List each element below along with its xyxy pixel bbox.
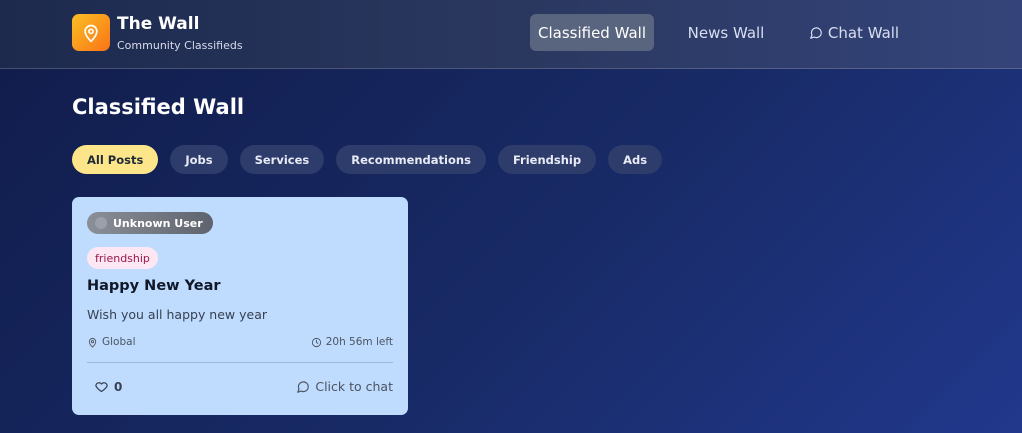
brand-subtitle: Community Classifieds <box>117 39 243 52</box>
location-text: Global <box>102 336 136 348</box>
top-header: The Wall Community Classifieds Classifie… <box>0 0 1022 69</box>
chat-bubble-icon <box>297 380 310 393</box>
filter-friendship[interactable]: Friendship <box>497 145 597 174</box>
brand-title: The Wall <box>117 14 200 34</box>
nav-news-wall[interactable]: News Wall <box>680 14 772 51</box>
post-title: Happy New Year <box>87 278 221 294</box>
user-badge[interactable]: Unknown User <box>87 212 213 234</box>
map-pin-icon <box>84 24 98 42</box>
nav-classified-wall[interactable]: Classified Wall <box>530 14 654 51</box>
category-filters: All Posts Jobs Services Recommendations … <box>72 145 663 174</box>
filter-recommendations[interactable]: Recommendations <box>336 145 486 174</box>
post-body: Wish you all happy new year <box>87 307 268 322</box>
like-button[interactable]: 0 <box>94 379 122 394</box>
post-location: Global <box>87 336 136 348</box>
filter-services[interactable]: Services <box>239 145 325 174</box>
nav-label: Chat Wall <box>827 23 900 42</box>
nav-chat-wall[interactable]: Chat Wall <box>806 14 902 51</box>
nav-label: Classified Wall <box>538 23 646 42</box>
user-name: Unknown User <box>113 216 203 230</box>
brand-logo[interactable] <box>72 14 110 51</box>
chat-label: Click to chat <box>315 379 393 394</box>
avatar <box>95 217 107 229</box>
heart-icon <box>95 382 108 393</box>
post-time-left: 20h 56m left <box>311 336 393 348</box>
like-count: 0 <box>114 379 123 394</box>
click-to-chat-button[interactable]: Click to chat <box>296 379 393 394</box>
location-pin-icon <box>88 337 97 348</box>
filter-jobs[interactable]: Jobs <box>170 145 228 174</box>
category-tag: friendship <box>87 247 158 269</box>
chat-bubble-icon <box>810 26 822 39</box>
card-divider <box>87 362 393 363</box>
clock-icon <box>311 337 321 347</box>
filter-ads[interactable]: Ads <box>608 145 663 174</box>
filter-all-posts[interactable]: All Posts <box>72 145 159 174</box>
nav-label: News Wall <box>687 23 765 42</box>
page-title: Classified Wall <box>72 95 245 119</box>
time-left-text: 20h 56m left <box>325 336 393 348</box>
post-card[interactable]: Unknown User friendship Happy New Year W… <box>72 197 408 415</box>
